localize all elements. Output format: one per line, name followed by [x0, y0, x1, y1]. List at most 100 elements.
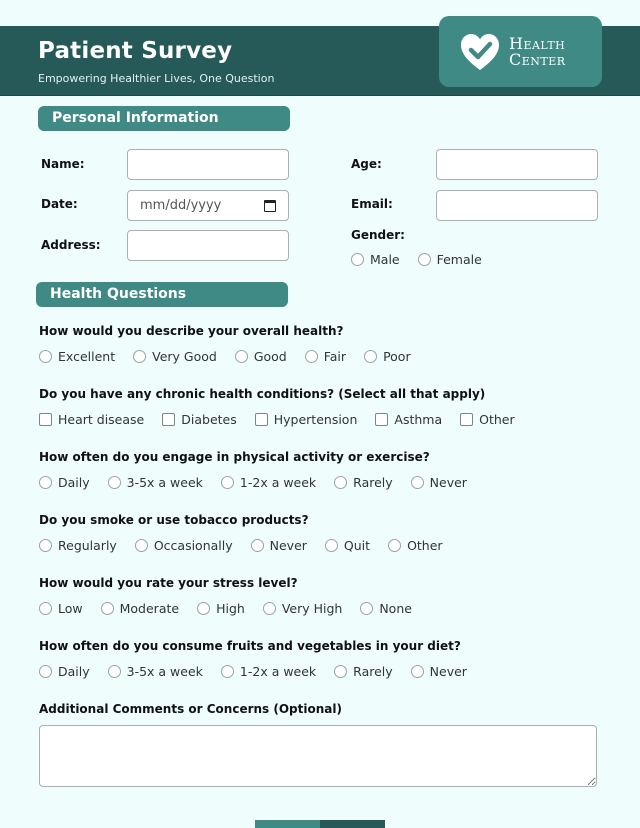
- question-text: Do you smoke or use tobacco products?: [39, 513, 309, 527]
- checkbox[interactable]: [254, 413, 268, 426]
- radio-button[interactable]: [220, 665, 234, 678]
- radio-button[interactable]: [39, 665, 52, 678]
- answer-option[interactable]: 3-5x a week: [107, 475, 203, 490]
- radio-button[interactable]: [100, 602, 114, 615]
- option-label: Very High: [281, 601, 343, 616]
- date-input[interactable]: mm/dd/yyyy: [127, 190, 289, 221]
- checkbox[interactable]: [39, 413, 52, 426]
- option-label: Rarely: [353, 664, 393, 679]
- answer-option[interactable]: Never: [410, 664, 467, 679]
- radio-button[interactable]: [334, 476, 348, 489]
- radio-button[interactable]: [133, 350, 147, 363]
- health-questions-heading: Health Questions: [36, 282, 288, 307]
- radio-button[interactable]: [417, 253, 431, 266]
- answer-option[interactable]: Daily: [39, 664, 90, 679]
- address-input[interactable]: [127, 230, 289, 261]
- option-label: Quit: [343, 538, 371, 553]
- answer-option[interactable]: Regularly: [39, 538, 117, 553]
- answer-option[interactable]: Other: [460, 412, 515, 427]
- submit-button[interactable]: [320, 820, 385, 828]
- option-label: None: [379, 601, 412, 616]
- health-center-logo: Health Center: [439, 16, 602, 87]
- email-input[interactable]: [436, 190, 598, 221]
- age-input[interactable]: [436, 149, 598, 180]
- radio-button[interactable]: [234, 350, 248, 363]
- question-options: Daily 3-5x a week 1-2x a week Rarely Never: [39, 475, 485, 490]
- question-text: How often do you engage in physical acti…: [39, 450, 430, 464]
- date-label: Date:: [41, 197, 78, 211]
- option-label: Diabetes: [181, 412, 237, 427]
- radio-button[interactable]: [410, 665, 424, 678]
- radio-button[interactable]: [197, 602, 211, 615]
- answer-option[interactable]: Rarely: [334, 475, 393, 490]
- answer-option[interactable]: Asthma: [375, 412, 442, 427]
- answer-option[interactable]: Daily: [39, 475, 90, 490]
- option-label: High: [216, 601, 245, 616]
- checkbox[interactable]: [460, 413, 474, 426]
- option-label: 3-5x a week: [126, 475, 203, 490]
- gender-option-male[interactable]: Male: [351, 252, 400, 267]
- radio-button[interactable]: [351, 253, 364, 266]
- answer-option[interactable]: Fair: [304, 349, 346, 364]
- answer-option[interactable]: Very Good: [133, 349, 217, 364]
- radio-button[interactable]: [220, 476, 234, 489]
- gender-label: Gender:: [351, 228, 405, 242]
- answer-option[interactable]: Moderate: [100, 601, 180, 616]
- radio-button[interactable]: [360, 602, 374, 615]
- answer-option[interactable]: Never: [410, 475, 467, 490]
- question-text: Do you have any chronic health condition…: [39, 387, 486, 401]
- answer-option[interactable]: Diabetes: [162, 412, 237, 427]
- checkbox[interactable]: [162, 413, 176, 426]
- radio-button[interactable]: [334, 665, 348, 678]
- option-label: Poor: [383, 349, 411, 364]
- question-text: How would you rate your stress level?: [39, 576, 298, 590]
- answer-option[interactable]: Other: [388, 538, 443, 553]
- name-input[interactable]: [127, 149, 289, 180]
- option-label: Never: [269, 538, 307, 553]
- checkbox[interactable]: [375, 413, 389, 426]
- option-label: Hypertension: [273, 412, 358, 427]
- radio-button[interactable]: [364, 350, 378, 363]
- radio-button[interactable]: [304, 350, 318, 363]
- radio-button[interactable]: [262, 602, 276, 615]
- answer-option[interactable]: Low: [39, 601, 83, 616]
- radio-button[interactable]: [39, 476, 52, 489]
- answer-option[interactable]: Good: [234, 349, 287, 364]
- option-label: Other: [407, 538, 443, 553]
- answer-option[interactable]: Very High: [262, 601, 343, 616]
- option-label: Low: [58, 601, 83, 616]
- comments-textarea[interactable]: [39, 725, 597, 787]
- radio-button[interactable]: [39, 539, 52, 552]
- radio-button[interactable]: [410, 476, 424, 489]
- radio-button[interactable]: [134, 539, 148, 552]
- answer-option[interactable]: Heart disease: [39, 412, 144, 427]
- radio-button[interactable]: [39, 602, 52, 615]
- radio-button[interactable]: [324, 539, 338, 552]
- answer-option[interactable]: Hypertension: [254, 412, 358, 427]
- page-subtitle: Empowering Healthier Lives, One Question: [38, 72, 275, 85]
- answer-option[interactable]: Excellent: [39, 349, 115, 364]
- reset-button[interactable]: [255, 820, 320, 828]
- radio-button[interactable]: [107, 476, 121, 489]
- option-label: Moderate: [119, 601, 180, 616]
- answer-option[interactable]: None: [360, 601, 412, 616]
- option-label: Excellent: [58, 349, 116, 364]
- answer-option[interactable]: 1-2x a week: [220, 475, 316, 490]
- question-text: How often do you consume fruits and vege…: [39, 639, 461, 653]
- answer-option[interactable]: Rarely: [334, 664, 393, 679]
- answer-option[interactable]: 3-5x a week: [107, 664, 203, 679]
- question-options: Excellent Very Good Good Fair Poor: [39, 349, 429, 364]
- gender-option-female[interactable]: Female: [417, 252, 482, 267]
- radio-button[interactable]: [39, 350, 52, 363]
- answer-option[interactable]: 1-2x a week: [220, 664, 316, 679]
- answer-option[interactable]: Never: [250, 538, 307, 553]
- answer-option[interactable]: Quit: [324, 538, 371, 553]
- answer-option[interactable]: Poor: [364, 349, 411, 364]
- calendar-icon[interactable]: [264, 199, 276, 212]
- radio-button[interactable]: [388, 539, 402, 552]
- answer-option[interactable]: Occasionally: [134, 538, 233, 553]
- option-label: Rarely: [353, 475, 393, 490]
- answer-option[interactable]: High: [197, 601, 245, 616]
- radio-button[interactable]: [250, 539, 264, 552]
- radio-button[interactable]: [107, 665, 121, 678]
